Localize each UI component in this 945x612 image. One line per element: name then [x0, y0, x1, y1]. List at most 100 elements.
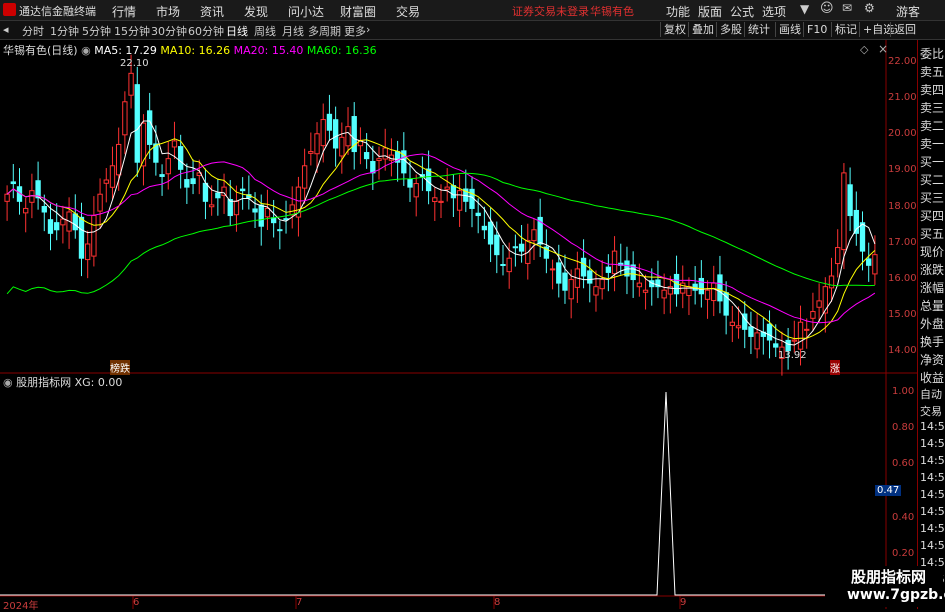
dropdown-icon[interactable]: ▼ [800, 2, 809, 16]
btn-mark[interactable]: 标记 [831, 22, 860, 37]
candle-body [822, 286, 828, 314]
period-60min[interactable]: 60分钟 [188, 23, 224, 39]
candle-body [549, 268, 556, 271]
close-chart-icon[interactable]: × [878, 42, 888, 56]
indicator-toggle-icon[interactable]: ◉ [3, 376, 13, 389]
period-daily[interactable]: 日线 [226, 23, 248, 39]
trade-time-label: 14:56 [920, 437, 945, 450]
menu-discover[interactable]: 发现 [244, 3, 268, 20]
y2-label: 0.60 [892, 458, 915, 469]
quote-label: 买三 [920, 191, 945, 205]
period-weekly[interactable]: 周线 [254, 23, 276, 39]
y-label: 17.00 [888, 237, 917, 248]
candle-body [661, 289, 667, 299]
candle-body [456, 190, 463, 211]
btn-draw[interactable]: 画线 [775, 22, 804, 37]
candle-body [804, 328, 810, 331]
menu-formula[interactable]: 公式 [730, 3, 754, 20]
candle-body [816, 300, 822, 308]
y-label: 19.00 [888, 164, 917, 175]
trade-time-label: 14:56 [920, 539, 945, 552]
ma5-label: MA5: 17.29 [94, 44, 157, 57]
candle-body [339, 136, 345, 157]
menu-trade[interactable]: 交易 [396, 3, 420, 20]
period-toolbar: ◂ 分时 1分钟 5分钟 15分钟 30分钟 60分钟 日线 周线 月线 多周期… [0, 21, 945, 40]
candle-body [184, 179, 190, 188]
btn-stats[interactable]: 统计 [744, 22, 773, 37]
marker-drop[interactable]: 榜跌 [110, 360, 130, 375]
guest-button[interactable]: 游客 [896, 3, 920, 20]
quote-label: 收益 [920, 371, 945, 385]
max-price-label: 22.10 [120, 58, 149, 69]
candle-body [593, 286, 599, 296]
trade-time-label: 14:56 [920, 488, 945, 501]
period-15min[interactable]: 15分钟 [114, 23, 150, 39]
candle-body [10, 181, 16, 185]
candle-body [432, 197, 438, 203]
chevron-left-icon[interactable]: ◂ [3, 23, 9, 36]
menu-function[interactable]: 功能 [666, 3, 690, 20]
menu-options[interactable]: 选项 [762, 3, 786, 20]
candle-body [264, 207, 271, 218]
quote-label: 卖一 [920, 137, 945, 151]
y2-label: 0.20 [892, 548, 915, 559]
watermark-url: www.7gpzb.com [847, 587, 945, 603]
stock-title: 华锡有色(日线) [3, 44, 78, 57]
period-5min[interactable]: 5分钟 [82, 23, 111, 39]
marker-up[interactable]: 涨 [830, 360, 840, 375]
legend-toggle-icon[interactable]: ◉ [81, 44, 91, 57]
trade-time-label: 交易 [920, 405, 942, 418]
btn-overlay[interactable]: 叠加 [688, 22, 717, 37]
candle-body [407, 178, 413, 188]
settings-icon[interactable]: ⚙ [864, 1, 875, 15]
menu-wealth[interactable]: 财富圈 [340, 3, 376, 20]
settings-diamond-icon[interactable]: ◇ [860, 43, 868, 56]
candle-body [60, 218, 66, 226]
more-chevron-icon[interactable]: › [366, 23, 370, 36]
app-title: 通达信金融终端 [19, 5, 96, 18]
candle-body [735, 325, 742, 329]
period-monthly[interactable]: 月线 [282, 23, 304, 39]
login-notice[interactable]: 证券交易未登录 [512, 3, 589, 19]
candle-body [835, 247, 841, 265]
trade-time-label: 14:56 [920, 522, 945, 535]
candle-body [611, 250, 618, 275]
btn-multi-stock[interactable]: 多股 [716, 22, 745, 37]
menu-quotes[interactable]: 行情 [112, 3, 136, 20]
period-timeshare[interactable]: 分时 [22, 23, 44, 39]
btn-back[interactable]: 返回 [890, 22, 919, 37]
user-icon[interactable]: ☺ [820, 1, 834, 16]
btn-adjust[interactable]: 复权 [660, 22, 689, 37]
candle-body [29, 190, 35, 203]
candle-body [748, 326, 754, 337]
trade-time-label: 14:56 [920, 454, 945, 467]
candle-body [376, 158, 382, 162]
y-label: 18.00 [888, 201, 917, 212]
period-more[interactable]: 更多 [344, 23, 366, 39]
candle-body [270, 217, 277, 224]
period-1min[interactable]: 1分钟 [50, 23, 79, 39]
y2-label: 1.00 [892, 386, 915, 397]
candle-body [766, 323, 773, 341]
chart-legend: 华锡有色(日线) ◉ MA5: 17.29 MA10: 16.26 MA20: … [3, 42, 377, 58]
candle-body [729, 321, 736, 326]
candle-body [506, 257, 512, 273]
candle-body [847, 184, 853, 217]
candle-body [438, 200, 444, 203]
period-multi[interactable]: 多周期 [308, 23, 341, 39]
mail-icon[interactable]: ✉ [842, 1, 852, 15]
quote-label: 卖二 [920, 119, 945, 133]
kline-chart[interactable] [0, 40, 945, 609]
candle-body [587, 270, 593, 284]
candle-body [258, 204, 264, 227]
btn-f10[interactable]: F10 [803, 22, 830, 37]
menu-layout[interactable]: 版面 [698, 3, 722, 20]
menu-ask[interactable]: 问小达 [288, 3, 324, 20]
candle-body [698, 277, 705, 295]
x-label: 8 [494, 597, 501, 608]
menu-market[interactable]: 市场 [156, 3, 180, 20]
menu-news[interactable]: 资讯 [200, 3, 224, 20]
candle-body [568, 279, 574, 300]
candle-body [580, 257, 587, 277]
period-30min[interactable]: 30分钟 [151, 23, 187, 39]
